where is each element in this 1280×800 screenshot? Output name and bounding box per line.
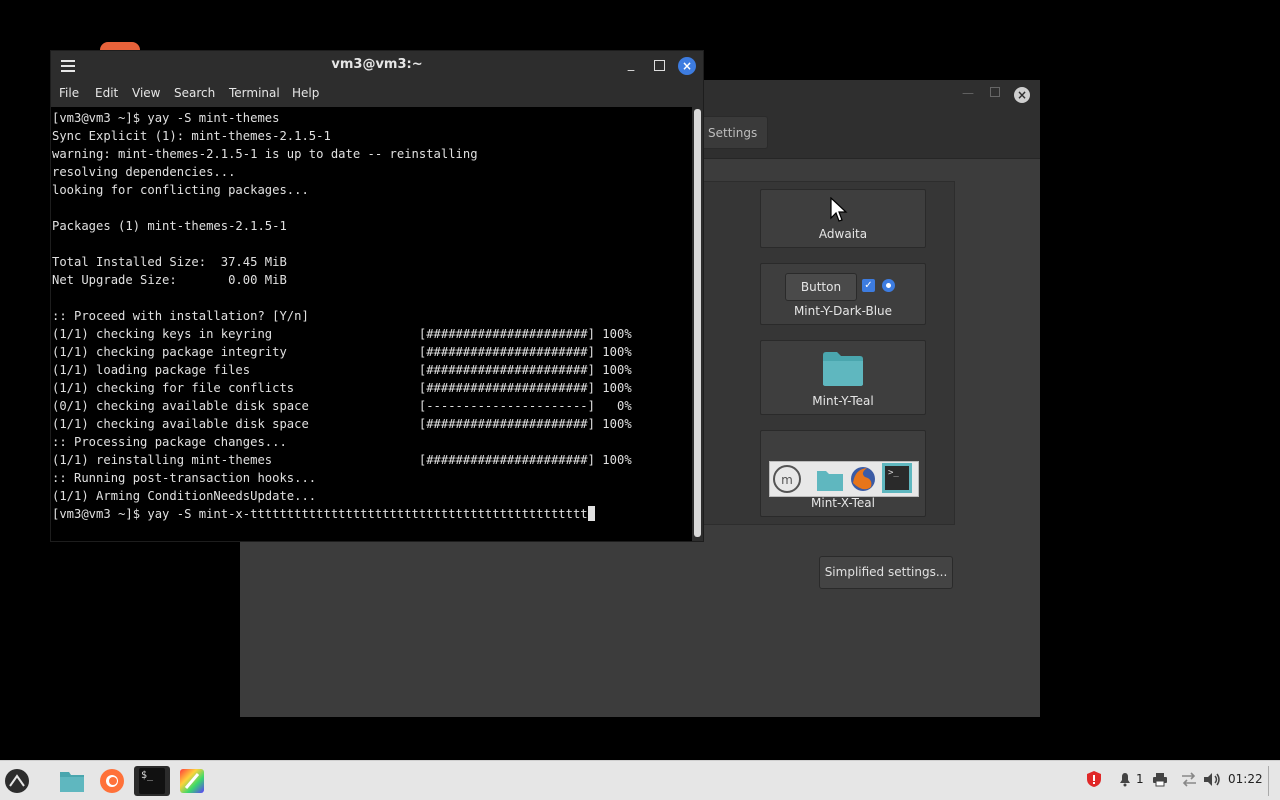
terminal-line: Packages (1) mint-themes-2.1.5-1	[52, 219, 287, 233]
taskbar-firefox[interactable]	[94, 766, 130, 796]
checkbox-icon: ✓	[862, 279, 875, 292]
taskbar: $_ 1 01:22	[0, 760, 1280, 800]
theme-card-mint-y-teal[interactable]: Mint-Y-Teal	[760, 340, 926, 415]
terminal-titlebar[interactable]: vm3@vm3:~ _ ×	[51, 51, 703, 82]
themes-minimize-icon[interactable]: —	[962, 86, 974, 100]
simplified-settings-button[interactable]: Simplified settings...	[819, 556, 953, 589]
terminal-line: [vm3@vm3 ~]$ yay -S mint-x-ttttttttttttt…	[52, 507, 588, 521]
terminal-line: (1/1) checking for file conflicts [#####…	[52, 381, 632, 395]
theme-card-mint-x-teal[interactable]: m >_ Mint-X-Teal	[760, 430, 926, 517]
terminal-line: warning: mint-themes-2.1.5-1 is up to da…	[52, 147, 478, 161]
menu-file[interactable]: File	[59, 86, 79, 100]
terminal-window: vm3@vm3:~ _ × File Edit View Search Term…	[50, 50, 704, 542]
terminal-line: resolving dependencies...	[52, 165, 236, 179]
taskbar-terminal[interactable]: $_	[134, 766, 170, 796]
menu-view[interactable]: View	[132, 86, 160, 100]
menu-edit[interactable]: Edit	[95, 86, 118, 100]
notification-count: 1	[1136, 772, 1144, 786]
preview-button: Button	[785, 273, 857, 301]
terminal-line: (1/1) checking package integrity [######…	[52, 345, 632, 359]
terminal-menubar: File Edit View Search Terminal Help	[51, 82, 703, 107]
theme-card-label: Mint-Y-Teal	[812, 394, 874, 408]
terminal-line: Sync Explicit (1): mint-themes-2.1.5-1	[52, 129, 331, 143]
terminal-line: looking for conflicting packages...	[52, 183, 309, 197]
window-title: vm3@vm3:~	[331, 57, 423, 72]
terminal-cursor	[587, 506, 595, 521]
close-icon[interactable]: ×	[678, 57, 696, 75]
firefox-icon	[851, 467, 875, 491]
menu-help[interactable]: Help	[292, 86, 319, 100]
terminal-line: :: Running post-transaction hooks...	[52, 471, 317, 485]
terminal-line: (1/1) Arming ConditionNeedsUpdate...	[52, 489, 317, 503]
start-menu-button[interactable]	[0, 766, 36, 796]
terminal-line: (1/1) reinstalling mint-themes [########…	[52, 453, 632, 467]
shield-icon[interactable]	[1086, 770, 1102, 792]
terminal-scrollbar[interactable]	[694, 109, 701, 537]
menu-terminal[interactable]: Terminal	[229, 86, 280, 100]
theme-card-label: Mint-X-Teal	[811, 496, 875, 510]
terminal-line: (0/1) checking available disk space [---…	[52, 399, 632, 413]
terminal-line: Total Installed Size: 37.45 MiB	[52, 255, 287, 269]
terminal-icon: $_	[139, 768, 165, 794]
terminal-line: (1/1) loading package files [###########…	[52, 363, 632, 377]
minimize-icon[interactable]: _	[625, 58, 637, 72]
themes-maximize-icon[interactable]	[990, 87, 1000, 97]
taskbar-color-picker[interactable]	[174, 766, 210, 796]
theme-card-mint-y-dark-blue[interactable]: Button ✓ Mint-Y-Dark-Blue	[760, 263, 926, 325]
themes-close-icon[interactable]: ×	[1014, 87, 1030, 103]
terminal-line: :: Processing package changes...	[52, 435, 287, 449]
terminal-line: Net Upgrade Size: 0.00 MiB	[52, 273, 287, 287]
clock[interactable]: 01:22	[1228, 772, 1263, 786]
terminal-lines: [vm3@vm3 ~]$ yay -S mint-themes Sync Exp…	[52, 109, 632, 523]
terminal-line: :: Proceed with installation? [Y/n]	[52, 309, 309, 323]
theme-card-label: Adwaita	[818, 227, 868, 241]
volume-icon[interactable]	[1203, 772, 1221, 791]
mouse-pointer-icon	[830, 197, 848, 222]
terminal-line: [vm3@vm3 ~]$ yay -S mint-themes	[52, 111, 280, 125]
network-icon[interactable]	[1180, 772, 1198, 791]
color-picker-icon	[180, 769, 204, 793]
preview-panel: m >_	[769, 461, 919, 497]
terminal-line: (1/1) checking keys in keyring [########…	[52, 327, 632, 341]
files-icon	[60, 772, 84, 792]
theme-card-label: Mint-Y-Dark-Blue	[793, 304, 893, 318]
menu-icon	[5, 769, 29, 793]
terminal-preview-icon: >_	[882, 463, 912, 493]
mint-logo-icon: m	[773, 465, 801, 493]
terminal-line: (1/1) checking available disk space [###…	[52, 417, 632, 431]
printer-icon[interactable]	[1152, 772, 1168, 791]
taskbar-files[interactable]	[54, 766, 90, 796]
folder-icon	[823, 352, 863, 386]
folder-icon	[817, 471, 843, 491]
terminal-output[interactable]: [vm3@vm3 ~]$ yay -S mint-themes Sync Exp…	[51, 107, 692, 541]
firefox-icon	[100, 769, 124, 793]
notification-icon[interactable]	[1117, 771, 1133, 791]
maximize-icon[interactable]	[654, 60, 665, 71]
radio-icon	[882, 279, 895, 292]
menu-search[interactable]: Search	[174, 86, 215, 100]
svg-text:m: m	[781, 473, 793, 487]
show-desktop-divider[interactable]	[1268, 766, 1269, 796]
